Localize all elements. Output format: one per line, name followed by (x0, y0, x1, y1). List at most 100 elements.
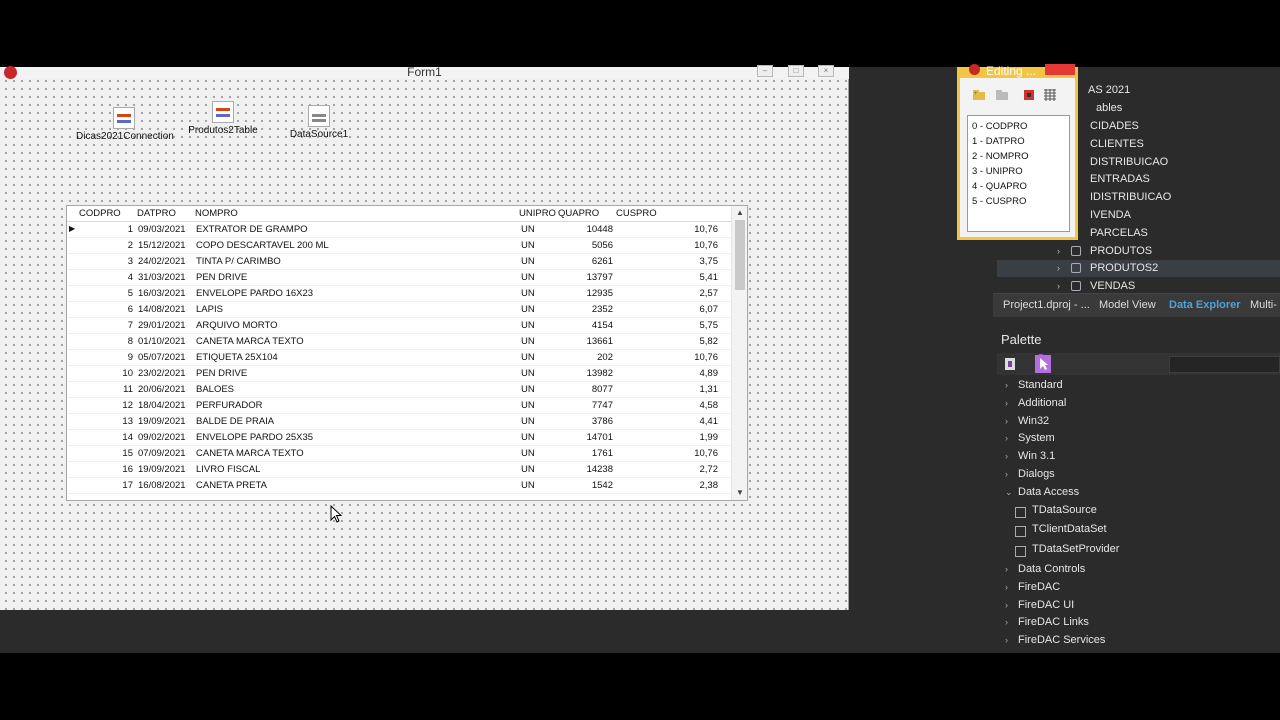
table-cell[interactable]: 5,75 (617, 320, 719, 331)
close-icon[interactable] (1045, 64, 1075, 75)
pointer-icon[interactable] (1035, 355, 1051, 373)
chevron-right-icon[interactable]: › (1005, 582, 1008, 592)
table-row[interactable]: 5 16/03/2021 ENVELOPE PARDO 16X23 UN 12935 2,… (67, 286, 732, 302)
table-row[interactable]: 9 05/07/2021 ETIQUETA 25X104 UN 202 10,76 (67, 350, 732, 366)
table-cell[interactable]: 2,38 (617, 480, 719, 491)
field-item[interactable]: 4 - QUAPRO (972, 181, 1069, 196)
table-cell[interactable]: 202 (557, 352, 613, 363)
palette-component[interactable]: TDataSource (1032, 504, 1097, 516)
maximize-icon[interactable]: □ (788, 65, 804, 77)
table-cell[interactable]: 09/02/2021 (138, 432, 194, 443)
table-cell[interactable]: 9 (79, 352, 133, 363)
table-cell[interactable]: 10448 (557, 224, 613, 235)
table-cell[interactable]: 13 (79, 416, 133, 427)
chevron-right-icon[interactable]: › (1005, 398, 1008, 408)
table-cell[interactable]: ENVELOPE PARDO 16X23 (196, 288, 516, 299)
table-cell[interactable]: UN (521, 320, 557, 331)
tab-data-explorer[interactable]: Data Explorer (1169, 299, 1241, 311)
table-cell[interactable]: 5,82 (617, 336, 719, 347)
table-cell[interactable]: COPO DESCARTAVEL 200 ML (196, 240, 516, 251)
minimize-icon[interactable]: – (757, 65, 773, 77)
palette-category[interactable]: Win 3.1 (1018, 450, 1055, 462)
table-cell[interactable]: UN (521, 432, 557, 443)
table-cell[interactable]: 14/08/2021 (138, 304, 194, 315)
table-cell[interactable]: UN (521, 480, 557, 491)
table-cell[interactable]: 1761 (557, 448, 613, 459)
table-cell[interactable]: 16 (79, 464, 133, 475)
form-designer[interactable]: Form1 – □ × Dicas2021Connection Produtos… (0, 65, 849, 610)
table-row[interactable]: 10 23/02/2021 PEN DRIVE UN 13982 4,89 (67, 366, 732, 382)
table-cell[interactable]: 3,75 (617, 256, 719, 267)
table-cell[interactable]: 1,99 (617, 432, 719, 443)
table-cell[interactable]: 10,76 (617, 240, 718, 251)
table-cell[interactable]: 10 (79, 368, 133, 379)
table-cell[interactable]: 6,07 (617, 304, 719, 315)
table-cell[interactable]: BALOES (196, 384, 516, 395)
scroll-down-icon[interactable]: ▼ (732, 488, 748, 497)
table-cell[interactable]: 5,41 (617, 272, 719, 283)
tree-item-table[interactable]: DISTRIBUICAO (1090, 154, 1168, 171)
table-cell[interactable]: 7747 (557, 400, 613, 411)
table-row[interactable]: 8 01/10/2021 CANETA MARCA TEXTO UN 13661 5,82 (67, 334, 732, 350)
tree-item-table[interactable]: IVENDA (1090, 207, 1131, 224)
table-cell[interactable]: 31/03/2021 (138, 272, 194, 283)
chevron-right-icon[interactable]: › (1005, 564, 1008, 574)
fields-editor-window[interactable]: Editing ... + 0 - CODPRO 1 - DATPRO 2 - NO… (957, 64, 1078, 240)
table-cell[interactable]: TINTA P/ CARIMBO (196, 256, 516, 267)
table-cell[interactable]: 14238 (557, 464, 613, 475)
field-item[interactable]: 5 - CUSPRO (972, 196, 1069, 211)
table-cell[interactable]: 5056 (557, 240, 613, 251)
table-cell[interactable]: 8077 (557, 384, 613, 395)
column-header[interactable]: CUSPRO (616, 208, 657, 219)
table-cell[interactable]: UN (521, 448, 557, 459)
table-cell[interactable]: 13661 (557, 336, 613, 347)
table-cell[interactable]: UN (521, 240, 557, 251)
tab-model-view[interactable]: Model View (1099, 299, 1156, 311)
table-row[interactable]: 11 20/06/2021 BALOES UN 8077 1,31 (67, 382, 732, 398)
column-header[interactable]: QUAPRO (558, 208, 599, 219)
palette-component[interactable]: TDataSetProvider (1032, 543, 1119, 555)
grid-icon[interactable] (1043, 89, 1057, 101)
palette-search-input[interactable] (1169, 356, 1280, 373)
table-cell[interactable]: 3 (79, 256, 133, 267)
table-cell[interactable]: 11 (79, 384, 133, 395)
table-cell[interactable]: LIVRO FISCAL (196, 464, 516, 475)
table-cell[interactable]: PERFURADOR (196, 400, 516, 411)
table-cell[interactable]: UN (521, 304, 557, 315)
palette-component[interactable]: TClientDataSet (1032, 523, 1107, 535)
table-cell[interactable]: UN (521, 288, 557, 299)
palette-category[interactable]: Standard (1018, 379, 1063, 391)
table-cell[interactable]: 13797 (557, 272, 613, 283)
table-cell[interactable]: UN (521, 352, 557, 363)
table-cell[interactable]: 16/03/2021 (138, 288, 194, 299)
tree-item-table[interactable]: PARCELAS (1090, 225, 1148, 242)
tree-tables-node[interactable]: ables (1096, 100, 1122, 117)
table-cell[interactable]: 15 (79, 448, 133, 459)
table-cell[interactable]: 29/01/2021 (138, 320, 194, 331)
table-cell[interactable]: 10,76 (617, 352, 718, 363)
table-cell[interactable]: 20/06/2021 (138, 384, 194, 395)
table-cell[interactable]: UN (521, 464, 557, 475)
table-cell[interactable]: 6261 (557, 256, 613, 267)
tree-item-table[interactable]: CIDADES (1090, 118, 1139, 135)
table-row[interactable]: 7 29/01/2021 ARQUIVO MORTO UN 4154 5,75 (67, 318, 732, 334)
palette-category[interactable]: System (1018, 432, 1055, 444)
table-cell[interactable]: 19/09/2021 (138, 464, 194, 475)
table-cell[interactable]: 4,41 (617, 416, 719, 427)
table-cell[interactable]: UN (521, 400, 557, 411)
table-cell[interactable]: ARQUIVO MORTO (196, 320, 516, 331)
table-cell[interactable]: 14701 (557, 432, 613, 443)
expand-chevron-icon[interactable]: › (1057, 281, 1060, 291)
expand-chevron-icon[interactable]: › (1057, 263, 1060, 273)
chevron-right-icon[interactable]: › (1005, 617, 1008, 627)
scroll-up-icon[interactable]: ▲ (732, 208, 748, 217)
table-cell[interactable]: 05/07/2021 (138, 352, 194, 363)
palette-category[interactable]: Win32 (1018, 415, 1049, 427)
palette-category[interactable]: Additional (1018, 397, 1066, 409)
table-cell[interactable]: 23/02/2021 (138, 368, 194, 379)
table-cell[interactable]: 07/09/2021 (138, 448, 194, 459)
table-cell[interactable]: 6 (79, 304, 133, 315)
tree-item-table[interactable]: CLIENTES (1090, 136, 1144, 153)
table-cell[interactable]: UN (521, 224, 557, 235)
chevron-down-icon[interactable]: ⌄ (1005, 487, 1013, 498)
